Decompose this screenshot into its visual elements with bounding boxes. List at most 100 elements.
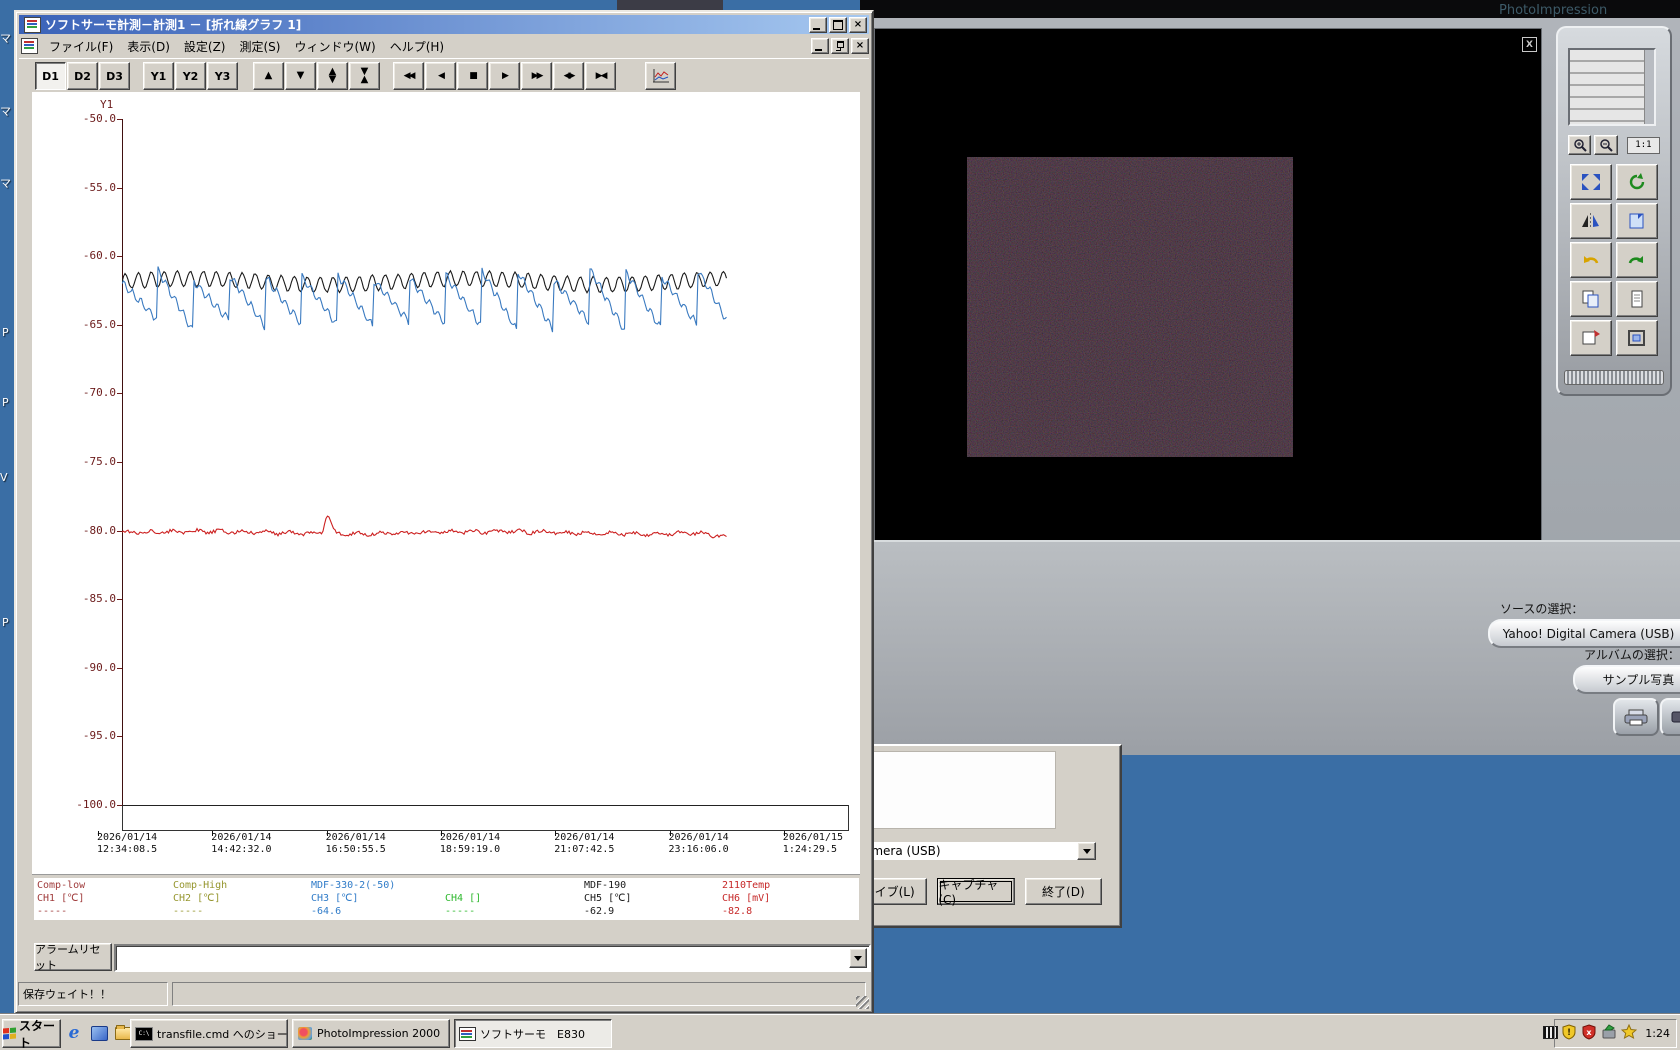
compress-horizontal-button[interactable]: ▶◀: [585, 62, 616, 90]
step-forward-button[interactable]: ▶: [489, 62, 520, 90]
task-button-1[interactable]: C:\ transfile.cmd へのショート...: [130, 1019, 288, 1048]
x-tick-label: 2026/01/15 1:24:29.5: [783, 832, 895, 856]
layer-list[interactable]: [1568, 48, 1656, 126]
preview-close-icon[interactable]: X: [1522, 37, 1537, 52]
legend-title: Comp-low: [37, 880, 86, 891]
scroll-down-button[interactable]: ▼: [285, 62, 316, 90]
stop-icon: ■: [469, 71, 477, 81]
scanner-icon: [1624, 709, 1648, 726]
duplicate-button[interactable]: [1570, 320, 1612, 356]
y-tick-label: -75.0: [82, 455, 116, 468]
y-axis-title: Y1: [100, 98, 114, 111]
child-restore-button[interactable]: [831, 38, 849, 54]
step-back-button[interactable]: ◀: [425, 62, 456, 90]
legend-title: Comp-High: [173, 880, 228, 891]
menu-item-5[interactable]: ウィンドウ(W): [287, 36, 382, 57]
menu-item-4[interactable]: 測定(S): [232, 36, 287, 57]
layer-list-scrollbar[interactable]: [1644, 50, 1654, 124]
expand-vertical-button[interactable]: ▲ ▼: [317, 62, 348, 90]
x-tick-label: 2026/01/14 18:59:19.0: [440, 832, 552, 856]
menu-item-6[interactable]: ヘルプ(H): [383, 36, 451, 57]
x-range-box[interactable]: [122, 805, 849, 831]
menu-item-3[interactable]: 設定(Z): [177, 36, 233, 57]
close-button[interactable]: ×: [849, 16, 867, 33]
menu-item-2[interactable]: 表示(D): [120, 36, 177, 57]
scanner-button[interactable]: [1613, 698, 1659, 736]
toolbar-d2-button[interactable]: D2: [67, 62, 98, 90]
resize-button[interactable]: [1570, 164, 1612, 200]
source-value: Yahoo! Digital Camera (USB): [1502, 626, 1675, 641]
compress-vertical-button[interactable]: ▼ ▲: [349, 62, 380, 90]
album-dropdown[interactable]: サンプル写真: [1573, 665, 1680, 694]
expand-horizontal-button[interactable]: ◀▶: [553, 62, 584, 90]
series-ch3: [122, 266, 727, 333]
stop-button[interactable]: ■: [457, 62, 488, 90]
paste-button[interactable]: [1616, 281, 1658, 317]
start-button[interactable]: スタート: [2, 1019, 61, 1050]
toolbar-y1-button[interactable]: Y1: [143, 62, 174, 90]
chevron-down-icon[interactable]: [849, 948, 867, 968]
title-bar[interactable]: ソフトサーモ計測－計測1 － [折れ線グラフ 1] ×: [19, 15, 869, 34]
child-minimize-button[interactable]: [811, 38, 829, 54]
page-flip-button[interactable]: [1616, 203, 1658, 239]
axis-button-group: Y1 Y2 Y3: [143, 62, 239, 90]
star-icon[interactable]: [1621, 1023, 1638, 1044]
dialog-button-2[interactable]: キャプチャ(C): [937, 878, 1015, 907]
graph-settings-button[interactable]: [645, 62, 676, 90]
toolbar-d1-button[interactable]: D1: [35, 62, 66, 90]
task-button-3[interactable]: ソフトサーモ E830: [454, 1019, 612, 1048]
source-dropdown[interactable]: Yahoo! Digital Camera (USB): [1488, 619, 1680, 648]
softthermo-icon: [459, 1026, 476, 1041]
camera-button[interactable]: [1660, 698, 1680, 736]
legend-cell-ch2: Comp-High CH2 [℃] -----: [170, 878, 312, 920]
card-reader-icon[interactable]: [1601, 1023, 1617, 1044]
y-tick-label: -50.0: [82, 112, 116, 125]
tool-button-grid: [1570, 164, 1658, 356]
document-icon: [21, 38, 38, 54]
chevron-down-icon[interactable]: [1077, 842, 1096, 860]
resize-grip[interactable]: [856, 996, 869, 1009]
source-label: ソースの選択：: [1500, 602, 1584, 616]
expand-vertical-icon: ▲ ▼: [328, 66, 337, 85]
zoom-out-button[interactable]: [1594, 135, 1618, 155]
undo-icon: [1584, 256, 1599, 264]
redo-button[interactable]: [1616, 242, 1658, 278]
zoom-ratio-display: 1:1: [1626, 136, 1660, 154]
dialog-button-3[interactable]: 終了(D): [1024, 878, 1102, 905]
child-close-button[interactable]: ×: [851, 38, 869, 54]
scroll-up-button[interactable]: ▲: [253, 62, 284, 90]
alarm-reset-button[interactable]: アラームリセット: [34, 943, 112, 972]
toolbar-d3-button[interactable]: D3: [99, 62, 130, 90]
ie-icon[interactable]: e: [64, 1023, 84, 1043]
alert-shield-icon[interactable]: !: [1561, 1023, 1577, 1044]
y-tick-label: -80.0: [82, 523, 116, 537]
task-label: PhotoImpression 2000: [317, 1027, 441, 1040]
fast-rewind-button[interactable]: ◀◀: [393, 62, 424, 90]
toolbar-y3-button[interactable]: Y3: [207, 62, 238, 90]
compress-horizontal-icon: ▶◀: [595, 71, 608, 81]
step-forward-icon: ▶: [502, 71, 509, 81]
minimize-button[interactable]: [809, 16, 827, 33]
series-ch6: [122, 515, 727, 539]
undo-button[interactable]: [1570, 242, 1612, 278]
windows-logo-icon: [3, 1027, 16, 1040]
alarm-log-combo[interactable]: [114, 944, 871, 972]
error-shield-icon[interactable]: x: [1581, 1023, 1597, 1044]
image-preview-area: X: [874, 28, 1542, 575]
frame-button[interactable]: [1616, 320, 1658, 356]
flip-horizontal-button[interactable]: [1570, 203, 1612, 239]
zoom-in-icon: [1573, 139, 1587, 152]
fast-forward-button[interactable]: ▶▶: [521, 62, 552, 90]
rotate-button[interactable]: [1616, 164, 1658, 200]
toolbar-y2-button[interactable]: Y2: [175, 62, 206, 90]
task-button-2[interactable]: PhotoImpression 2000: [292, 1019, 450, 1048]
album-label: アルバムの選択：: [1584, 648, 1680, 662]
scroll-button-group: ▲ ▼ ▲ ▼ ▼ ▲: [253, 62, 381, 90]
maximize-button[interactable]: [829, 16, 847, 33]
menu-item-1[interactable]: ファイル(F): [42, 36, 120, 57]
y-tick-label: -85.0: [82, 592, 116, 606]
mail-icon[interactable]: [89, 1023, 109, 1043]
tool-panel-scrollbar[interactable]: [1564, 370, 1664, 385]
copy-button[interactable]: [1570, 281, 1612, 317]
zoom-in-button[interactable]: [1568, 135, 1592, 155]
